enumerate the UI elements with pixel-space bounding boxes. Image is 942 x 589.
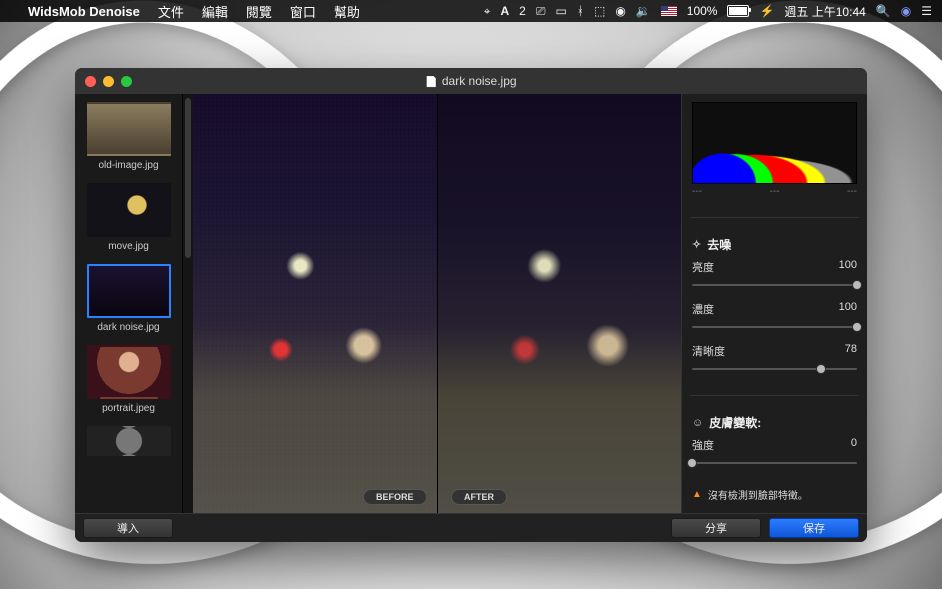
histogram-value: ---: [847, 186, 857, 197]
control-label: 亮度: [692, 259, 714, 275]
thumbnail-image: [87, 264, 171, 318]
thumbnail-sidebar: old-image.jpg move.jpg dark noise.jpg po…: [75, 94, 183, 513]
wand-icon: ✧: [692, 238, 701, 251]
thumbnail-label: old-image.jpg: [81, 160, 176, 171]
menubar-clock[interactable]: 週五 上午10:44: [784, 3, 865, 20]
window-footer: 導入 分享 保存: [75, 513, 867, 542]
thumbnail-label: move.jpg: [81, 241, 176, 252]
thumbnail-item[interactable]: move.jpg: [81, 183, 176, 252]
window-titlebar[interactable]: dark noise.jpg: [75, 68, 867, 94]
macos-menubar: WidsMob Denoise 文件 編輯 閱覽 窗口 幫助 ⌖ A 2 ⎚ ▭…: [0, 0, 942, 22]
window-title: dark noise.jpg: [75, 74, 867, 88]
thumbnail-item[interactable]: [81, 426, 176, 456]
control-label: 濃度: [692, 301, 714, 317]
import-button[interactable]: 導入: [83, 518, 173, 538]
volume-icon[interactable]: 🔉: [636, 4, 651, 18]
menu-edit[interactable]: 編輯: [202, 2, 228, 21]
preview-before: [193, 94, 437, 513]
notification-center-icon[interactable]: ☰: [921, 4, 932, 18]
thumbnail-image: [87, 183, 171, 237]
button-label: 分享: [705, 520, 727, 536]
histogram-value: ---: [692, 186, 702, 197]
share-button[interactable]: 分享: [671, 518, 761, 538]
input-source-flag-icon[interactable]: [661, 6, 677, 16]
section-label: 皮膚變軟:: [709, 414, 761, 431]
luminance-slider[interactable]: [692, 279, 857, 291]
thumbnail-item[interactable]: old-image.jpg: [81, 102, 176, 171]
thumbnail-item[interactable]: portrait.jpeg: [81, 345, 176, 414]
button-label: 保存: [803, 520, 825, 536]
section-label: 去噪: [707, 236, 731, 253]
spotlight-icon[interactable]: 🔍: [876, 4, 891, 18]
thumbnail-image: [87, 345, 171, 399]
battery-icon[interactable]: [727, 5, 749, 17]
control-label: 強度: [692, 437, 714, 453]
controls-panel: --- --- --- ✧ 去噪 亮度 100 濃度: [681, 94, 867, 513]
thumbnail-image: [87, 102, 171, 156]
thumbnail-label: dark noise.jpg: [81, 322, 176, 333]
image-preview[interactable]: BEFORE AFTER: [193, 94, 681, 513]
warning-text: 沒有檢測到臉部特徵。: [708, 487, 808, 502]
skin-section-title: ☺ 皮膚變軟:: [692, 414, 857, 431]
camera-icon[interactable]: ⎚: [536, 4, 546, 19]
menu-file[interactable]: 文件: [158, 2, 184, 21]
button-label: 導入: [117, 520, 139, 536]
bluetooth-icon[interactable]: ᚼ: [577, 4, 584, 18]
thumbnail-scrollbar[interactable]: [183, 94, 193, 513]
thumbnail-item[interactable]: dark noise.jpg: [81, 264, 176, 333]
chrominance-slider[interactable]: [692, 321, 857, 333]
thumbnail-image: [87, 426, 171, 456]
dropbox-icon[interactable]: ⬚: [594, 4, 605, 18]
thumbnail-label: portrait.jpeg: [81, 403, 176, 414]
status-number: 2: [519, 4, 526, 18]
control-value: 100: [839, 301, 857, 317]
charging-icon: ⚡: [759, 4, 774, 18]
face-icon: ☺: [692, 417, 703, 429]
luminance-control: 亮度 100: [692, 259, 857, 291]
menu-help[interactable]: 幫助: [334, 2, 360, 21]
sharpness-control: 清晰度 78: [692, 343, 857, 375]
histogram-value: ---: [770, 186, 780, 197]
wifi-icon[interactable]: ◉: [615, 4, 625, 18]
minimize-window-button[interactable]: [103, 76, 114, 87]
control-value: 78: [845, 343, 857, 359]
preview-after: [437, 94, 681, 513]
histogram-values: --- --- ---: [692, 186, 857, 197]
no-face-warning: ▲ 沒有檢測到臉部特徵。: [692, 487, 857, 502]
menu-window[interactable]: 窗口: [290, 2, 316, 21]
denoise-section-title: ✧ 去噪: [692, 236, 857, 253]
histogram: [692, 102, 857, 184]
skin-intensity-slider[interactable]: [692, 457, 857, 469]
zoom-window-button[interactable]: [121, 76, 132, 87]
menu-view[interactable]: 閱覽: [246, 2, 272, 21]
before-badge: BEFORE: [363, 489, 427, 505]
save-button[interactable]: 保存: [769, 518, 859, 538]
adobe-icon[interactable]: A: [500, 4, 509, 18]
control-value: 100: [839, 259, 857, 275]
display-icon[interactable]: ▭: [555, 4, 566, 18]
app-menu[interactable]: WidsMob Denoise: [28, 4, 140, 19]
chrominance-control: 濃度 100: [692, 301, 857, 333]
control-label: 清晰度: [692, 343, 725, 359]
siri-icon[interactable]: ◉: [901, 4, 911, 18]
after-badge: AFTER: [451, 489, 507, 505]
close-window-button[interactable]: [85, 76, 96, 87]
before-after-divider[interactable]: [437, 94, 438, 513]
control-value: 0: [851, 437, 857, 453]
status-icon[interactable]: ⌖: [484, 4, 491, 19]
app-window: dark noise.jpg old-image.jpg move.jpg da…: [75, 68, 867, 542]
warning-icon: ▲: [692, 489, 702, 500]
skin-intensity-control: 強度 0: [692, 437, 857, 469]
battery-percent: 100%: [687, 4, 718, 18]
sharpness-slider[interactable]: [692, 363, 857, 375]
